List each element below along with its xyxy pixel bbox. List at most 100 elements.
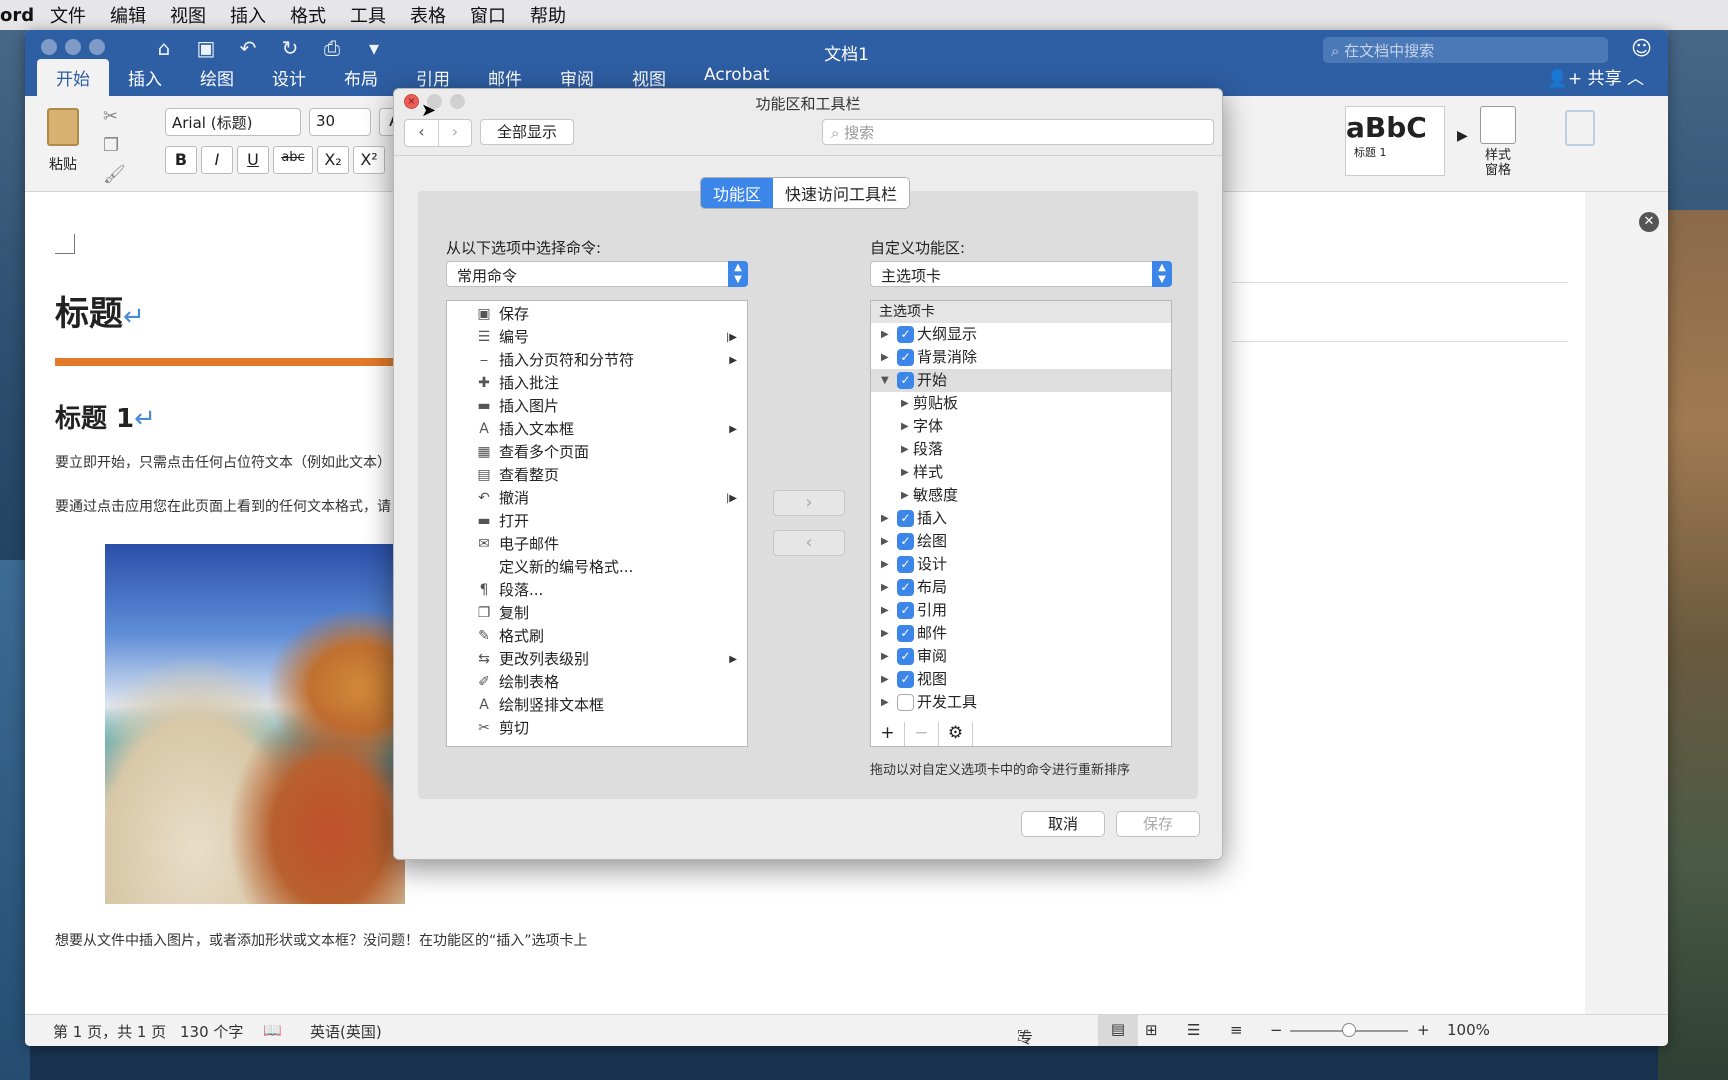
cancel-button[interactable]: 取消	[1021, 811, 1105, 837]
body-paragraph[interactable]: 想要从文件中插入图片，或者添加形状或文本框？没问题！在功能区的“插入”选项卡上	[55, 930, 600, 950]
commands-source-select[interactable]: 常用命令 ▲ ▼	[446, 261, 748, 287]
menu-file[interactable]: 文件	[50, 2, 86, 28]
list-item[interactable]: ✉ 电子邮件	[447, 533, 747, 556]
web-layout-icon[interactable]: ⊞	[1145, 1021, 1158, 1039]
tab-checkbox[interactable]: ✓	[897, 556, 914, 573]
disclosure-closed-icon[interactable]: ▶	[881, 599, 889, 622]
remove-tab-button[interactable]: −	[905, 722, 939, 746]
zoom-out-icon[interactable]: −	[1270, 1021, 1283, 1039]
list-item[interactable]: ⇆ 更改列表级别 ▶	[447, 648, 747, 671]
list-item[interactable]: ✚ 插入批注	[447, 372, 747, 395]
cut-icon[interactable]: ✂	[103, 106, 126, 127]
list-item[interactable]: ✎ 格式刷	[447, 625, 747, 648]
tree-item[interactable]: ▶ ✓ 绘图	[871, 530, 1171, 553]
disclosure-closed-icon[interactable]: ▶	[881, 553, 889, 576]
tree-item[interactable]: ▶ ✓ 大纲显示	[871, 323, 1171, 346]
ribbon-tabs-select[interactable]: 主选项卡 ▲ ▼	[870, 261, 1172, 287]
zoom-slider-thumb[interactable]	[1342, 1023, 1356, 1037]
tree-item[interactable]: ▶ ✓ 设计	[871, 553, 1171, 576]
beach-photo[interactable]	[105, 544, 405, 904]
add-tab-button[interactable]: +	[871, 722, 905, 746]
doc-heading-1[interactable]: 标题 1↵	[55, 398, 156, 435]
close-pane-icon[interactable]: ✕	[1639, 212, 1659, 232]
tab-checkbox[interactable]	[897, 694, 914, 711]
page-count[interactable]: 第 1 页，共 1 页	[53, 1021, 166, 1042]
tab-checkbox[interactable]: ✓	[897, 349, 914, 366]
disclosure-closed-icon[interactable]: ▶	[881, 576, 889, 599]
tab-draw[interactable]: 绘图	[181, 59, 253, 96]
tree-item[interactable]: ▶ ✓ 邮件	[871, 622, 1171, 645]
tree-item[interactable]: ▶ ✓ 布局	[871, 576, 1171, 599]
tree-item[interactable]: ▶ 样式	[871, 461, 1171, 484]
disclosure-closed-icon[interactable]: ▶	[881, 645, 889, 668]
tab-home[interactable]: 开始	[37, 59, 109, 96]
list-item[interactable]: ✐ 绘制表格	[447, 671, 747, 694]
draft-view-icon[interactable]: ≡	[1230, 1021, 1243, 1039]
tab-checkbox[interactable]: ✓	[897, 533, 914, 550]
style-gallery-more-icon[interactable]: ▶	[1457, 128, 1468, 144]
disclosure-closed-icon[interactable]: ▶	[881, 507, 889, 530]
menu-view[interactable]: 视图	[170, 2, 206, 28]
disclosure-closed-icon[interactable]: ▶	[901, 415, 909, 438]
zoom-in-icon[interactable]: +	[1417, 1021, 1430, 1039]
tab-checkbox[interactable]: ✓	[897, 326, 914, 343]
back-chevron-icon[interactable]: ‹	[405, 120, 438, 146]
tree-item[interactable]: ▶ ✓ 视图	[871, 668, 1171, 691]
list-item[interactable]: 定义新的编号格式...	[447, 556, 747, 579]
ribbon-tree[interactable]: 主选项卡 ▶ ✓ 大纲显示 ▶ ✓ 背景消除 ▼ ✓ 开始 ▶ 剪贴板 ▶ 字体 ▶ 段落 ▶ 样式 ▶ 敏感度 ▶ ✓…	[870, 300, 1172, 723]
list-item[interactable]: ☰ 编号 |▶	[447, 326, 747, 349]
tree-item[interactable]: ▶ ✓ 引用	[871, 599, 1171, 622]
disclosure-closed-icon[interactable]: ▶	[901, 484, 909, 507]
disclosure-closed-icon[interactable]: ▶	[881, 323, 889, 346]
styles-pane-button[interactable]: 样式 窗格	[1473, 106, 1523, 178]
font-name-select[interactable]: Arial (标题)	[165, 108, 301, 136]
tab-checkbox[interactable]: ✓	[897, 579, 914, 596]
list-item[interactable]: ▦ 查看多个页面	[447, 441, 747, 464]
disclosure-closed-icon[interactable]: ▶	[881, 691, 889, 714]
word-count[interactable]: 130 个字	[180, 1021, 243, 1042]
list-item[interactable]: ▣ 保存	[447, 303, 747, 326]
disclosure-closed-icon[interactable]: ▶	[881, 346, 889, 369]
disclosure-closed-icon[interactable]: ▶	[881, 668, 889, 691]
underline-button[interactable]: U	[237, 146, 269, 174]
list-item[interactable]: ▤ 查看整页	[447, 464, 747, 487]
list-item[interactable]: ⎯ 插入分页符和分节符 ▶	[447, 349, 747, 372]
tab-checkbox[interactable]: ✓	[897, 671, 914, 688]
tab-checkbox[interactable]: ✓	[897, 602, 914, 619]
disclosure-closed-icon[interactable]: ▶	[901, 461, 909, 484]
list-item[interactable]: ▬ 插入图片	[447, 395, 747, 418]
format-painter-icon[interactable]: 🖌	[103, 164, 126, 185]
tab-layout[interactable]: 布局	[325, 59, 397, 96]
tree-item[interactable]: ▶ 开发工具	[871, 691, 1171, 714]
dialog-search-input[interactable]: ⌕ 搜索	[822, 119, 1214, 145]
strikethrough-button[interactable]: abc	[273, 146, 313, 174]
list-item[interactable]	[447, 740, 747, 746]
subscript-button[interactable]: X₂	[317, 146, 349, 174]
outline-view-icon[interactable]: ☰	[1187, 1021, 1200, 1039]
tab-checkbox[interactable]: ✓	[897, 510, 914, 527]
disclosure-closed-icon[interactable]: ▶	[901, 438, 909, 461]
tab-quick-access-toolbar[interactable]: 快速访问工具栏	[773, 178, 910, 208]
tree-item[interactable]: ▶ 字体	[871, 415, 1171, 438]
tab-insert[interactable]: 插入	[109, 59, 181, 96]
font-size-select[interactable]: 30	[309, 108, 371, 136]
list-item[interactable]: A 绘制竖排文本框	[447, 694, 747, 717]
tree-item[interactable]: ▼ ✓ 开始	[871, 369, 1171, 392]
disclosure-closed-icon[interactable]: ▶	[881, 622, 889, 645]
menu-help[interactable]: 帮助	[530, 2, 566, 28]
tree-item[interactable]: ▶ 敏感度	[871, 484, 1171, 507]
italic-button[interactable]: I	[201, 146, 233, 174]
save-button[interactable]: 保存	[1116, 811, 1200, 837]
menu-insert[interactable]: 插入	[230, 2, 266, 28]
list-item[interactable]: ✂ 剪切	[447, 717, 747, 740]
tree-item[interactable]: ▶ ✓ 背景消除	[871, 346, 1171, 369]
list-item[interactable]: ↶ 撤消 |▶	[447, 487, 747, 510]
remove-command-button[interactable]: ‹	[773, 530, 845, 556]
account-icon[interactable]: ☺	[1631, 36, 1652, 60]
list-item[interactable]: ❐ 复制	[447, 602, 747, 625]
tree-item[interactable]: ▶ ✓ 审阅	[871, 645, 1171, 668]
disclosure-closed-icon[interactable]: ▶	[901, 392, 909, 415]
style-gallery[interactable]: aBbC 标题 1	[1345, 106, 1445, 176]
doc-title[interactable]: 标题↵	[55, 286, 145, 335]
app-menu[interactable]: ord	[0, 5, 40, 26]
